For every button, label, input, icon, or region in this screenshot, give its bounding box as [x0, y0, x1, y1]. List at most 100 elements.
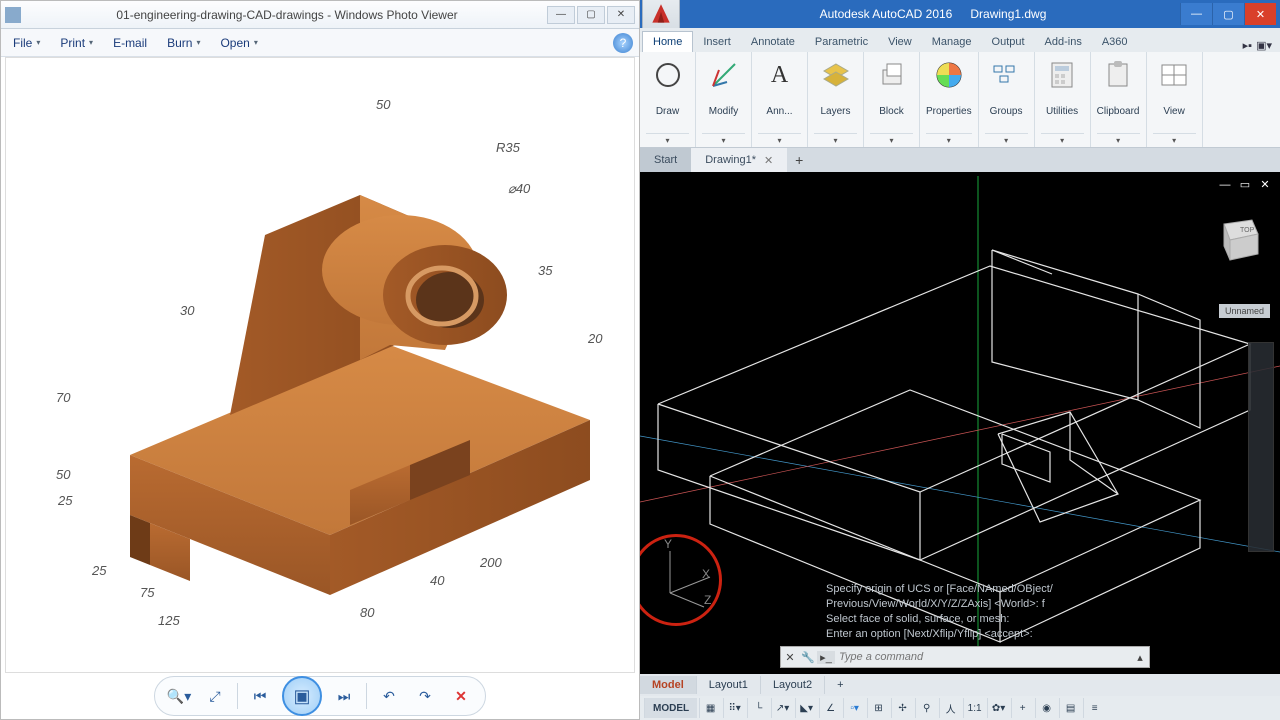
ribbon-tab-view[interactable]: View [878, 32, 922, 52]
panel-block[interactable]: Block▾ [864, 52, 920, 147]
status-e-icon[interactable]: ▤ [1059, 698, 1081, 718]
prev-button[interactable]: ⏮ [246, 682, 274, 710]
status-grid-icon[interactable]: ▦ [699, 698, 721, 718]
fit-button[interactable]: ⤢ [201, 682, 229, 710]
cmd-dropdown-icon[interactable]: ▴ [1131, 651, 1149, 664]
status-menu-icon[interactable]: ≡ [1083, 698, 1105, 718]
menu-burn[interactable]: Burn▾ [161, 34, 206, 52]
layout-model[interactable]: Model [640, 676, 697, 694]
status-d-icon[interactable]: ◉ [1035, 698, 1057, 718]
layout-tabs: Model Layout1 Layout2 + [640, 674, 1280, 696]
menu-print[interactable]: Print▾ [54, 34, 99, 52]
new-tab-button[interactable]: + [787, 152, 811, 168]
viewcube-label[interactable]: Unnamed [1219, 304, 1270, 318]
ribbon-tab-manage[interactable]: Manage [922, 32, 982, 52]
ribbon: Draw▾ Modify▾ A Ann...▾ Layers▾ Block▾ P… [640, 52, 1280, 148]
dim-50l: 50 [56, 467, 70, 482]
ucs-y-label: Y [664, 537, 672, 551]
panel-view[interactable]: View▾ [1147, 52, 1203, 147]
command-line[interactable]: ✕ 🔧 ▸_ ▴ [780, 646, 1150, 668]
panel-annotation[interactable]: A Ann...▾ [752, 52, 808, 147]
ribbon-collapse-icon[interactable]: ▣▾ [1256, 39, 1272, 52]
close-tab-icon[interactable]: ✕ [764, 154, 773, 167]
viewcube[interactable]: TOP [1204, 210, 1268, 274]
delete-button[interactable]: ✕ [447, 682, 475, 710]
panel-modify[interactable]: Modify▾ [696, 52, 752, 147]
ribbon-tab-home[interactable]: Home [642, 31, 693, 52]
rotate-ccw-button[interactable]: ↶ [375, 682, 403, 710]
menu-email[interactable]: E-mail [107, 34, 153, 52]
status-polar-icon[interactable]: ↗▾ [771, 698, 793, 718]
command-input[interactable] [835, 651, 1131, 663]
properties-icon [932, 58, 966, 92]
ac-doc-title: Drawing1.dwg [970, 7, 1046, 21]
ribbon-tab-parametric[interactable]: Parametric [805, 32, 878, 52]
ucs-x-label: X [702, 567, 710, 581]
dim-50-top: 50 [376, 97, 390, 112]
pv-window-title: 01-engineering-drawing-CAD-drawings - Wi… [27, 8, 547, 22]
status-c-icon[interactable]: 人 [939, 698, 961, 718]
dim-35: 35 [538, 263, 552, 278]
dim-30: 30 [180, 303, 194, 318]
close-button[interactable]: ✕ [607, 6, 635, 24]
status-gear-icon[interactable]: ✿▾ [987, 698, 1009, 718]
ac-app-title: Autodesk AutoCAD 2016 [820, 7, 953, 21]
utilities-icon [1045, 58, 1079, 92]
maximize-button[interactable]: ▢ [577, 6, 605, 24]
cmd-prompt-icon: ▸_ [817, 651, 835, 664]
dim-200: 200 [480, 555, 502, 570]
menu-file[interactable]: File▾ [7, 34, 46, 52]
next-button[interactable]: ⏭ [330, 682, 358, 710]
layout-layout1[interactable]: Layout1 [697, 676, 761, 694]
panel-draw[interactable]: Draw▾ [640, 52, 696, 147]
panel-properties[interactable]: Properties▾ [920, 52, 979, 147]
ribbon-tab-annotate[interactable]: Annotate [741, 32, 805, 52]
panel-clipboard[interactable]: Clipboard▾ [1091, 52, 1147, 147]
doctab-start[interactable]: Start [640, 148, 691, 172]
panel-layers[interactable]: Layers▾ [808, 52, 864, 147]
ac-maximize-button[interactable]: ▢ [1212, 3, 1244, 25]
status-otrack-icon[interactable]: ▫▾ [843, 698, 865, 718]
zoom-button[interactable]: 🔍▾ [165, 682, 193, 710]
pv-bottom-toolbar: 🔍▾ ⤢ ⏮ ▣ ⏭ ↶ ↷ ✕ [1, 673, 639, 719]
rotate-cw-button[interactable]: ↷ [411, 682, 439, 710]
cmd-close-icon[interactable]: ✕ [781, 651, 799, 664]
ribbon-tab-output[interactable]: Output [982, 32, 1035, 52]
drawing-viewport[interactable]: — ▭ ✕ [640, 172, 1280, 674]
status-iso-icon[interactable]: ◣▾ [795, 698, 817, 718]
status-model[interactable]: MODEL [644, 698, 697, 718]
layout-layout2[interactable]: Layout2 [761, 676, 825, 694]
dim-20: 20 [588, 331, 602, 346]
help-icon[interactable]: ? [613, 33, 633, 53]
status-osnap-icon[interactable]: ∠ [819, 698, 841, 718]
ribbon-tab-a360[interactable]: A360 [1092, 32, 1138, 52]
status-more1[interactable]: ⠿▾ [723, 698, 745, 718]
status-ortho-icon[interactable]: └ [747, 698, 769, 718]
minimize-button[interactable]: — [547, 6, 575, 24]
ac-titlebar: Autodesk AutoCAD 2016 Drawing1.dwg — ▢ ✕ [640, 0, 1280, 28]
pv-app-icon [5, 7, 21, 23]
panel-utilities[interactable]: Utilities▾ [1035, 52, 1091, 147]
cmd-wrench-icon[interactable]: 🔧 [799, 651, 817, 664]
layout-add[interactable]: + [825, 676, 855, 694]
panel-groups[interactable]: Groups▾ [979, 52, 1035, 147]
ribbon-tab-addins[interactable]: Add-ins [1035, 32, 1092, 52]
menu-open[interactable]: Open▾ [214, 34, 263, 52]
doctab-drawing1[interactable]: Drawing1*✕ [691, 148, 787, 172]
ac-close-button[interactable]: ✕ [1244, 3, 1276, 25]
layers-icon [819, 58, 853, 92]
dim-75: 75 [140, 585, 154, 600]
navigation-bar[interactable] [1248, 342, 1274, 552]
ribbon-play-icon[interactable]: ▸▪ [1243, 39, 1252, 52]
ac-minimize-button[interactable]: — [1180, 3, 1212, 25]
ribbon-tab-insert[interactable]: Insert [693, 32, 741, 52]
slideshow-button[interactable]: ▣ [282, 676, 322, 716]
status-lwt-icon[interactable]: ⊞ [867, 698, 889, 718]
status-b-icon[interactable]: ⚲ [915, 698, 937, 718]
status-a-icon[interactable]: ✢ [891, 698, 913, 718]
status-plus-icon[interactable]: + [1011, 698, 1033, 718]
engineering-drawing-image: 50 R35 ⌀40 35 20 30 70 50 25 25 75 125 8… [40, 85, 600, 645]
modify-icon [707, 58, 741, 92]
status-scale[interactable]: 1:1 [963, 698, 985, 718]
pv-menubar: File▾ Print▾ E-mail Burn▾ Open▾ ? [1, 29, 639, 57]
